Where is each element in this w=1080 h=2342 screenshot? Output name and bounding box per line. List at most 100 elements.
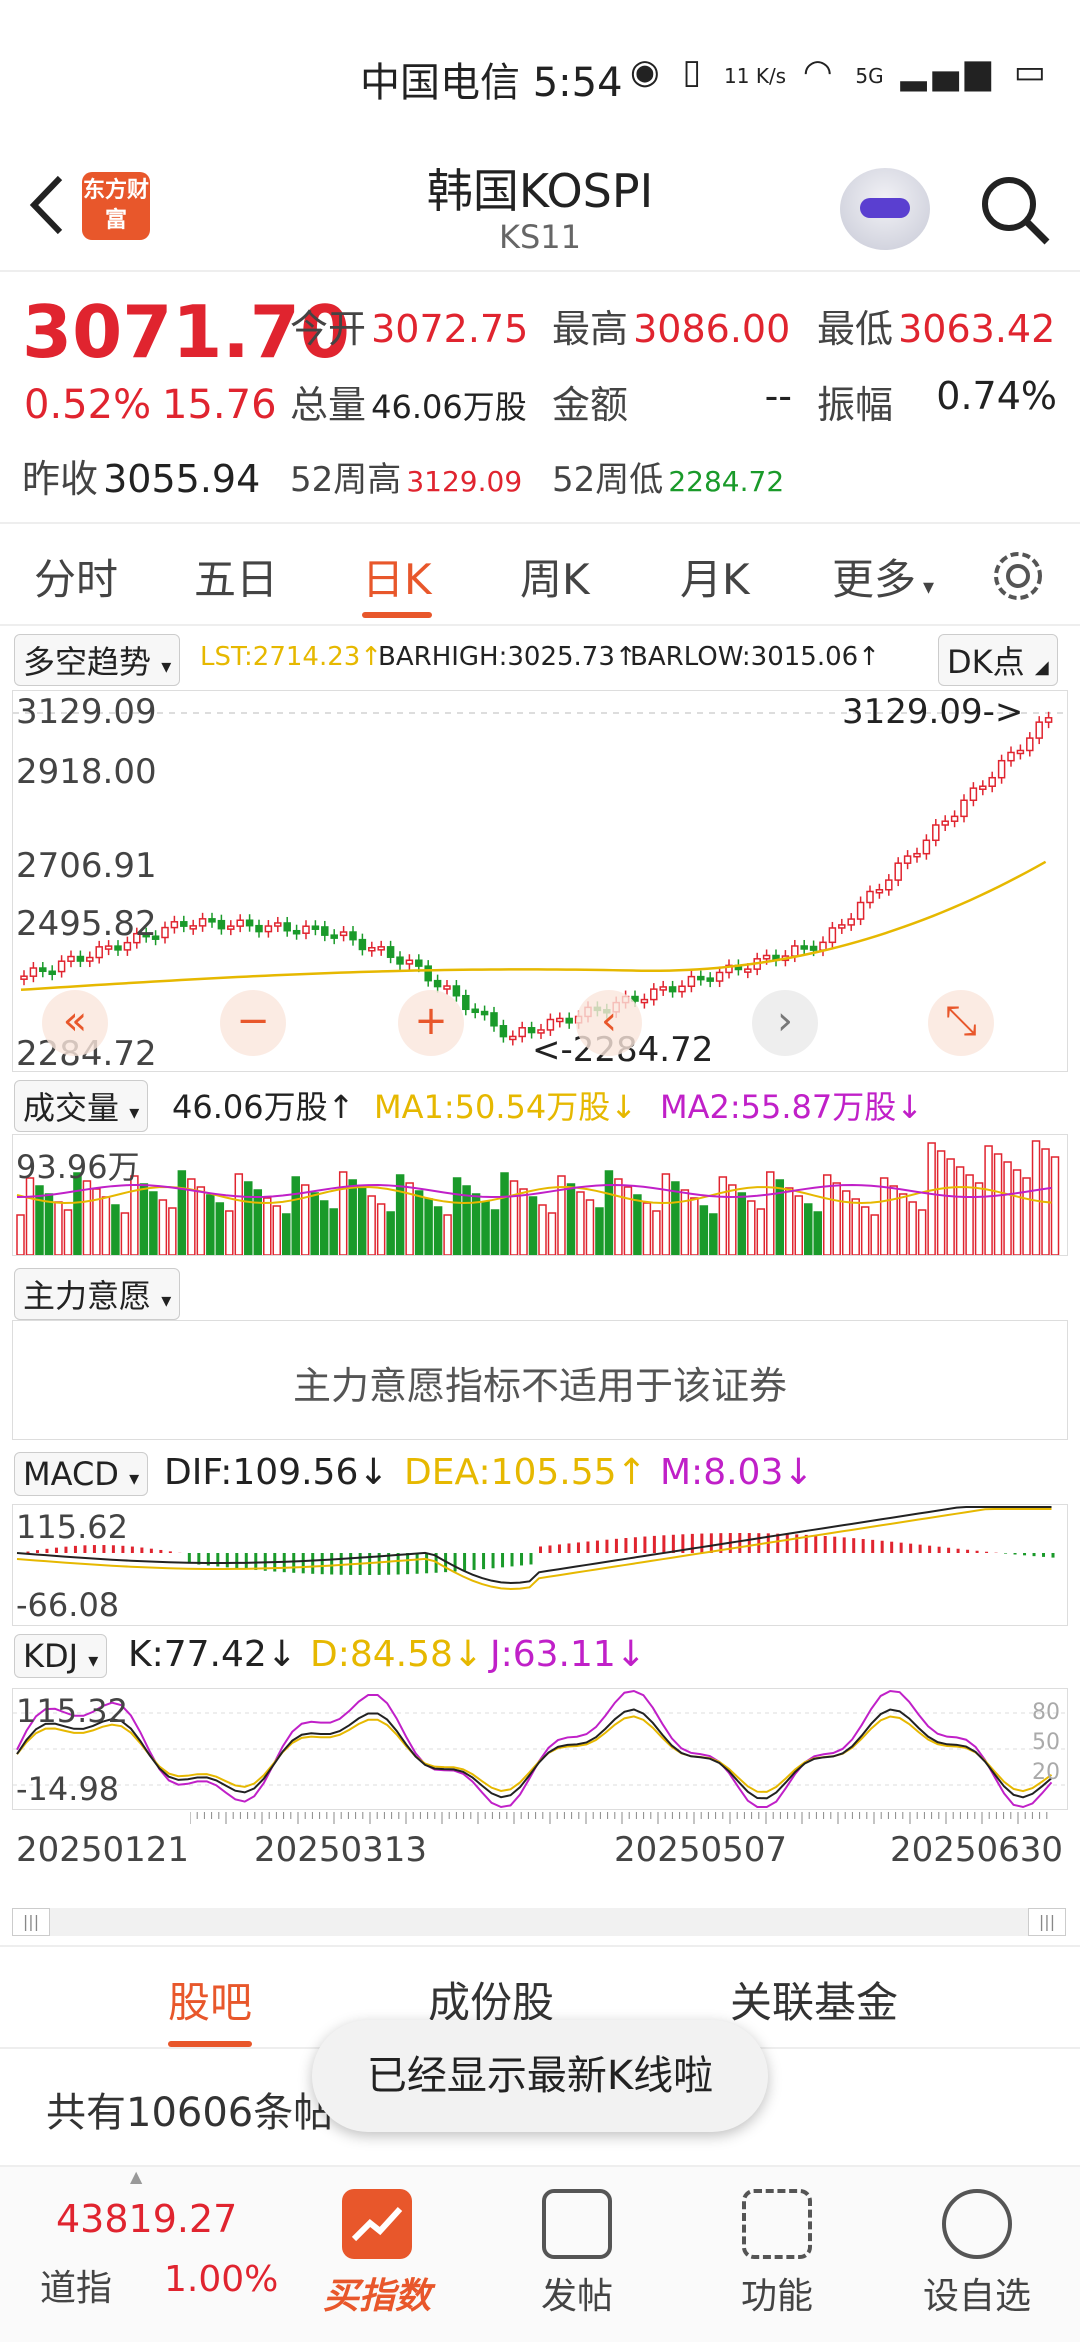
volume-bar xyxy=(112,1205,119,1255)
header: 东方财富 韩国KOSPI KS11 xyxy=(0,150,1080,272)
macd-bar xyxy=(976,1551,979,1553)
volume-ma1: MA1:50.54万股↓ xyxy=(374,1082,637,1128)
candle xyxy=(341,932,347,935)
candle xyxy=(190,926,196,929)
tab-weekly-k[interactable]: 周K xyxy=(520,546,590,607)
volume-bar xyxy=(710,1214,717,1255)
indicator-select-kdj[interactable]: KDJ ▾ xyxy=(14,1634,107,1678)
kdj-chart xyxy=(13,1689,1067,1809)
volume-bar xyxy=(340,1172,347,1255)
volume-bar xyxy=(454,1178,461,1255)
y-label-2: 2918.00 xyxy=(16,752,157,792)
main-force-message: 主力意愿指标不适用于该证券 xyxy=(13,1355,1067,1410)
change-value: 15.76 xyxy=(162,382,277,428)
search-icon[interactable] xyxy=(975,170,1055,250)
volume-bar xyxy=(226,1211,233,1255)
volume-bar xyxy=(957,1167,964,1255)
volume-bar xyxy=(833,1183,840,1255)
robot-assistant-icon[interactable] xyxy=(840,168,930,250)
candle xyxy=(237,920,243,926)
macd-bar xyxy=(83,1545,86,1553)
candle xyxy=(1046,718,1052,722)
macd-bar xyxy=(852,1538,855,1553)
volume-chart-panel[interactable] xyxy=(12,1134,1068,1256)
candle xyxy=(453,986,459,996)
settings-gear-icon[interactable] xyxy=(990,548,1046,604)
status-bar: 中国电信 5:54 ◉ ▯ 11 K/s ◠ 5G ▂▄▆ ▭ xyxy=(0,0,1080,150)
macd-bar xyxy=(700,1534,703,1553)
volume-bar xyxy=(539,1205,546,1255)
volume-bar xyxy=(501,1173,508,1255)
nav-buy-index[interactable]: 买指数 xyxy=(302,2177,452,2319)
candle xyxy=(999,761,1005,778)
macd-bar xyxy=(605,1540,608,1553)
volume-bar xyxy=(672,1182,679,1255)
tab-monthly-k[interactable]: 月K xyxy=(680,546,750,607)
fullscreen-icon[interactable]: ⤡ xyxy=(928,990,994,1056)
macd-bar xyxy=(957,1549,960,1553)
macd-bar xyxy=(776,1534,779,1553)
volume-bar xyxy=(83,1181,90,1255)
nav-functions[interactable]: 功能 xyxy=(702,2177,852,2319)
kdj-level-80: 80 xyxy=(1032,1700,1060,1725)
volume-bar xyxy=(159,1200,166,1255)
kline-chart-panel[interactable] xyxy=(12,690,1068,1072)
candle xyxy=(472,1009,478,1012)
tab-related-funds[interactable]: 关联基金 xyxy=(730,1969,898,2030)
indicator-select-main-force[interactable]: 主力意愿 ▾ xyxy=(14,1268,180,1320)
tab-five-day[interactable]: 五日 xyxy=(194,546,278,607)
indicator-select-volume[interactable]: 成交量 ▾ xyxy=(14,1080,148,1132)
range-right-handle[interactable]: ||| xyxy=(1028,1908,1066,1936)
macd-bar xyxy=(226,1553,229,1567)
macd-bar xyxy=(653,1536,656,1553)
zoom-out-icon[interactable]: − xyxy=(220,990,286,1056)
dow-label[interactable]: 道指 xyxy=(40,2259,112,2311)
dow-percent[interactable]: 1.00% xyxy=(164,2259,278,2300)
volume-bar xyxy=(292,1177,299,1255)
volume-bar xyxy=(947,1159,954,1255)
macd-bar xyxy=(1052,1553,1055,1558)
trend-chart-icon xyxy=(342,2189,412,2259)
range-scrollbar[interactable]: ||| ||| xyxy=(12,1908,1066,1936)
scroll-left-fast-icon[interactable]: « xyxy=(42,990,108,1056)
nav-add-watchlist[interactable]: 设自选 xyxy=(902,2177,1052,2319)
macd-bar xyxy=(55,1548,58,1553)
volume-bar xyxy=(567,1184,574,1255)
kdj-chart-panel[interactable] xyxy=(12,1688,1068,1810)
scroll-right-icon[interactable]: › xyxy=(752,990,818,1056)
candle xyxy=(914,854,920,857)
zoom-in-icon[interactable]: + xyxy=(398,990,464,1056)
signal-icon: ▂▄▆ xyxy=(900,52,996,92)
dow-value[interactable]: 43819.27 xyxy=(56,2197,237,2241)
candle xyxy=(829,928,835,942)
volume-bar xyxy=(264,1198,271,1255)
volume-bar xyxy=(520,1189,527,1255)
tab-more[interactable]: 更多 ▾ xyxy=(832,546,934,607)
candle xyxy=(491,1013,497,1026)
nav-post[interactable]: 发帖 xyxy=(502,2177,652,2319)
candle xyxy=(162,928,168,938)
indicator-select-trend[interactable]: 多空趋势 ▾ xyxy=(14,634,180,686)
macd-bar xyxy=(36,1550,39,1553)
scroll-left-icon[interactable]: ‹ xyxy=(576,990,642,1056)
volume-bar xyxy=(245,1182,252,1255)
macd-chart-panel[interactable] xyxy=(12,1504,1068,1626)
candle xyxy=(294,931,300,934)
candle xyxy=(970,788,976,800)
dk-point-button[interactable]: DK点 ◢ xyxy=(938,634,1058,686)
tab-daily-k[interactable]: 日K xyxy=(362,546,432,607)
candle xyxy=(435,981,441,987)
tab-guba[interactable]: 股吧 xyxy=(168,1969,252,2030)
macd-bar xyxy=(245,1553,248,1569)
range-left-handle[interactable]: ||| xyxy=(12,1908,50,1936)
volume-bar xyxy=(596,1208,603,1255)
candle xyxy=(952,816,958,821)
indicator-select-macd[interactable]: MACD ▾ xyxy=(14,1452,148,1496)
candle xyxy=(303,926,309,933)
volume-bar xyxy=(938,1151,945,1255)
tab-intraday[interactable]: 分时 xyxy=(34,546,118,607)
candle xyxy=(406,960,412,964)
macd-bar xyxy=(881,1541,884,1553)
macd-bar xyxy=(672,1535,675,1553)
volume-bar xyxy=(995,1154,1002,1255)
